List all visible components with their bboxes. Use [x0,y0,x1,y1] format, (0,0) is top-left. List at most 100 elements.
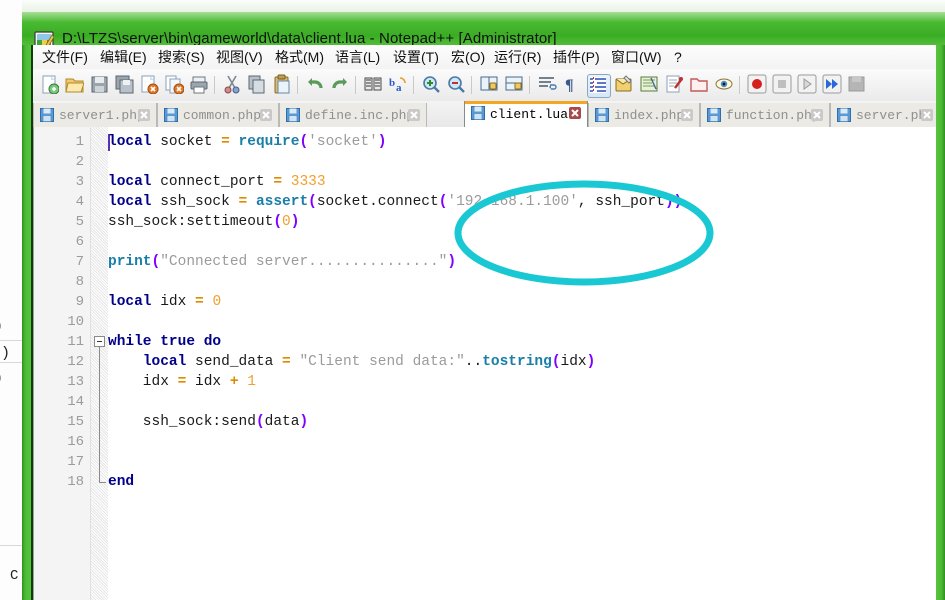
save-icon[interactable] [89,74,111,96]
sync-vertical-icon[interactable] [479,74,501,96]
paste-icon[interactable] [272,74,294,96]
find-icon[interactable] [363,74,385,96]
tab-index-php[interactable]: index.php [588,103,700,127]
menu-item-9[interactable]: 插件(P) [548,48,605,66]
macro-playmulti-icon[interactable] [822,74,844,96]
new-file-icon[interactable] [39,74,61,96]
cut-icon[interactable] [222,74,244,96]
macro-save-icon[interactable] [847,74,869,96]
tab-function-php[interactable]: function.php [700,103,830,127]
tab-close-button[interactable] [811,109,823,121]
function-list-icon[interactable] [664,74,686,96]
tab-close-button[interactable] [569,107,581,119]
code-line[interactable]: local ssh_sock = assert(socket.connect('… [108,192,682,212]
file-disk-icon [837,108,851,122]
svg-text:a: a [396,82,402,94]
tab-close-button[interactable] [921,109,933,121]
open-file-icon[interactable] [64,74,86,96]
tab-common-php[interactable]: common.php [157,103,279,127]
line-number-gutter: 123456789101112131415161718 [34,127,91,600]
save-all-icon[interactable] [114,74,136,96]
svg-text:b: b [389,77,395,89]
tab-close-button[interactable] [408,109,420,121]
tab-label: common.php [183,108,261,123]
redo-icon[interactable] [330,74,352,96]
line-number: 4 [38,192,84,212]
line-number: 9 [38,292,84,312]
code-line[interactable]: while true do [108,332,221,352]
menu-item-6[interactable]: 设置(T) [388,48,444,66]
line-number: 13 [38,372,84,392]
line-number: 14 [38,392,84,412]
zoom-in-icon[interactable] [421,74,443,96]
desktop-root: ) :) ) C D:\LTZS\server\bin\gameworld\d [0,0,945,600]
line-number: 5 [38,212,84,232]
tab-label: client.lua [490,107,568,122]
toolbar-separator-5 [529,76,530,94]
show-all-chars-icon[interactable]: ¶ [562,74,584,96]
menu-item-2[interactable]: 搜索(S) [153,48,210,66]
window-frame-left [22,45,31,600]
menu-item-10[interactable]: 窗口(W) [606,48,667,66]
title-bar-gloss [22,12,945,22]
tab-client-lua[interactable]: client.lua [464,101,588,127]
sync-horizontal-icon[interactable] [504,74,526,96]
code-line[interactable]: end [108,472,134,492]
tab-close-button[interactable] [260,109,272,121]
active-tab-indicator [465,101,587,104]
code-editor[interactable]: 123456789101112131415161718 local socket… [33,127,936,600]
menu-item-3[interactable]: 视图(V) [211,48,268,66]
tab-define-inc-php[interactable]: define.inc.php [279,103,427,127]
menu-item-1[interactable]: 编辑(E) [95,48,152,66]
tab-label: server.ph [856,108,926,123]
line-number: 12 [38,352,84,372]
menu-item-7[interactable]: 宏(O) [446,48,490,66]
code-line[interactable]: local send_data = "Client send data:"..t… [108,352,595,372]
background-text-fragment-3: ) [0,370,3,387]
tab-label: index.php [614,108,684,123]
close-all-files-icon[interactable] [164,74,186,96]
macro-stop-icon[interactable] [772,74,794,96]
word-wrap-icon[interactable] [537,74,559,96]
tab-server1-php[interactable]: server1.php [33,103,157,127]
title-bar[interactable]: D:\LTZS\server\bin\gameworld\data\client… [22,12,945,46]
code-line[interactable]: print("Connected server...............") [108,252,456,272]
fold-collapse-button[interactable] [94,336,105,347]
zoom-out-icon[interactable] [446,74,468,96]
svg-text:¶: ¶ [565,77,574,94]
menu-item-0[interactable]: 文件(F) [37,48,93,66]
menu-item-11[interactable]: ? [669,48,687,66]
menu-item-8[interactable]: 运行(R) [489,48,546,66]
code-line[interactable]: ssh_sock:send(data) [108,412,308,432]
copy-icon[interactable] [247,74,269,96]
line-number: 10 [38,312,84,332]
tab-close-button[interactable] [138,109,150,121]
macro-record-icon[interactable] [747,74,769,96]
code-text-area[interactable]: local socket = require('socket') local co… [108,127,936,600]
code-line[interactable]: local connect_port = 3333 [108,172,326,192]
file-disk-icon [164,108,178,122]
line-number: 11 [38,332,84,352]
code-line[interactable]: ssh_sock:settimeout(0) [108,212,299,232]
file-disk-icon [707,108,721,122]
doc-map-icon[interactable] [639,74,661,96]
undo-icon[interactable] [305,74,327,96]
indent-guide-icon[interactable] [587,74,611,98]
monitoring-icon[interactable] [714,74,736,96]
menu-item-4[interactable]: 格式(M) [270,48,329,66]
tab-server-ph[interactable]: server.ph [830,103,936,127]
fold-margin[interactable] [91,127,108,600]
tab-close-button[interactable] [681,109,693,121]
replace-icon[interactable]: ba [388,74,410,96]
toolbar: ba ¶ [33,69,936,102]
code-line[interactable]: idx = idx + 1 [108,372,256,392]
print-icon[interactable] [189,74,211,96]
close-file-icon[interactable] [139,74,161,96]
menu-item-5[interactable]: 语言(L) [330,48,385,66]
macro-play-icon[interactable] [797,74,819,96]
user-language-icon[interactable] [614,74,636,96]
code-line[interactable]: local socket = require('socket') [108,132,387,152]
code-line[interactable]: local idx = 0 [108,292,221,312]
folder-workspace-icon[interactable] [689,74,711,96]
toolbar-separator-4 [471,76,472,94]
